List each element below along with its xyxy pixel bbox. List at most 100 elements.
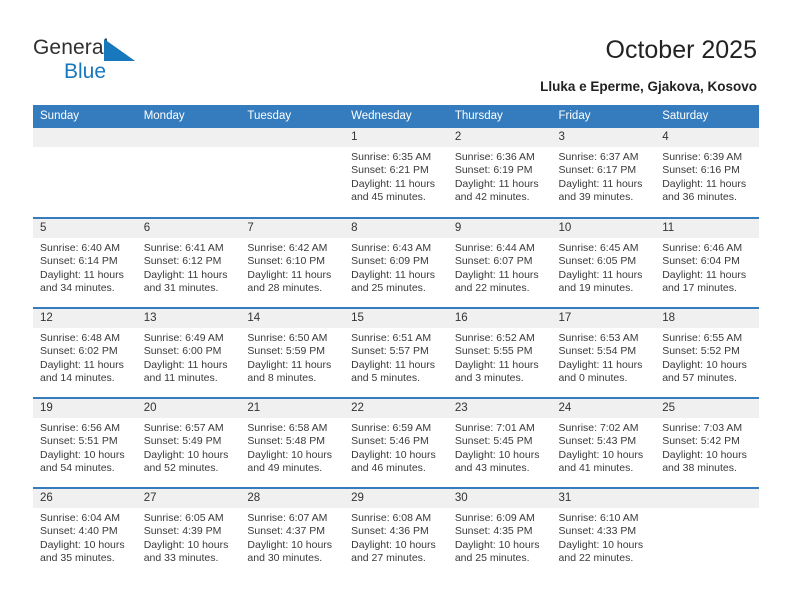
day-details: Sunrise: 6:10 AM Sunset: 4:33 PM Daylight:… — [552, 508, 656, 566]
calendar-day-cell[interactable]: 27 Sunrise: 6:05 AM Sunset: 4:39 PM Dayligh… — [136, 487, 241, 578]
daylight-text-line1: Daylight: 10 hours — [247, 448, 333, 461]
sunset-text: Sunset: 6:09 PM — [351, 255, 429, 268]
daylight-text-line1: Daylight: 11 hours — [558, 358, 643, 371]
daylight-text-line2: and 54 minutes. — [40, 462, 115, 475]
sunset-text: Sunset: 5:49 PM — [143, 435, 222, 448]
calendar-day-cell[interactable]: 26 Sunrise: 6:04 AM Sunset: 4:40 PM Dayligh… — [33, 487, 137, 578]
calendar-day-cell[interactable]: 4 Sunrise: 6:39 AM Sunset: 6:16 PM Daylight… — [655, 128, 759, 218]
sunset-text: Sunset: 6:14 PM — [40, 255, 118, 268]
sunset-text: Sunset: 4:39 PM — [143, 525, 222, 538]
day-details: Sunrise: 6:07 AM Sunset: 4:37 PM Daylight:… — [240, 508, 344, 566]
calendar-day-cell[interactable]: 11 Sunrise: 6:46 AM Sunset: 6:04 PM Dayligh… — [655, 217, 759, 308]
calendar-day-cell[interactable]: 1 Sunrise: 6:35 AM Sunset: 6:21 PM Daylight… — [344, 128, 448, 218]
calendar-day-cell[interactable]: 31 Sunrise: 6:10 AM Sunset: 4:33 PM Dayligh… — [551, 487, 656, 578]
calendar-header-row: Sunday Monday Tuesday Wednesday Thursday… — [33, 105, 759, 128]
sunrise-text: Sunrise: 7:01 AM — [454, 422, 535, 434]
calendar-day-cell[interactable]: 24 Sunrise: 7:02 AM Sunset: 5:43 PM Dayligh… — [551, 397, 656, 488]
calendar-week-row: 12 Sunrise: 6:48 AM Sunset: 6:02 PM Dayligh… — [33, 307, 759, 398]
daylight-text-line2: and 34 minutes. — [40, 282, 115, 295]
calendar-day-cell[interactable]: 13 Sunrise: 6:49 AM Sunset: 6:00 PM Dayligh… — [136, 307, 241, 398]
calendar-day-cell[interactable]: 9 Sunrise: 6:44 AM Sunset: 6:07 PM Daylight… — [447, 217, 552, 308]
day-details: Sunrise: 6:39 AM Sunset: 6:16 PM Daylight:… — [655, 147, 759, 205]
calendar-day-cell[interactable]: 22 Sunrise: 6:59 AM Sunset: 5:46 PM Dayligh… — [344, 397, 448, 488]
daylight-text-line1: Daylight: 11 hours — [143, 268, 228, 281]
daylight-text-line1: Daylight: 11 hours — [351, 177, 435, 190]
sunset-text: Sunset: 5:43 PM — [558, 435, 637, 448]
weekday-header-monday: Monday — [136, 105, 241, 128]
calendar-week-row: 26 Sunrise: 6:04 AM Sunset: 4:40 PM Dayligh… — [33, 487, 759, 578]
calendar-day-cell[interactable]: 2 Sunrise: 6:36 AM Sunset: 6:19 PM Daylight… — [447, 128, 552, 218]
weekday-header-saturday: Saturday — [655, 105, 759, 128]
calendar-day-cell[interactable]: 28 Sunrise: 6:07 AM Sunset: 4:37 PM Dayligh… — [240, 487, 345, 578]
calendar-day-cell-empty — [655, 487, 759, 578]
day-number: 25 — [655, 399, 759, 418]
calendar-day-cell[interactable]: 21 Sunrise: 6:58 AM Sunset: 5:48 PM Dayligh… — [240, 397, 345, 488]
sunrise-text: Sunrise: 6:57 AM — [143, 422, 224, 434]
calendar-week-row: 19 Sunrise: 6:56 AM Sunset: 5:51 PM Dayligh… — [33, 397, 759, 488]
sunrise-text: Sunrise: 6:05 AM — [143, 512, 224, 524]
calendar-day-cell-empty — [136, 128, 241, 218]
calendar-day-cell[interactable]: 23 Sunrise: 7:01 AM Sunset: 5:45 PM Dayligh… — [447, 397, 552, 488]
daylight-text-line2: and 19 minutes. — [558, 282, 634, 295]
calendar-day-cell[interactable]: 3 Sunrise: 6:37 AM Sunset: 6:17 PM Daylight… — [551, 128, 656, 218]
day-number — [655, 489, 759, 508]
day-number — [33, 128, 137, 147]
daylight-text-line1: Daylight: 10 hours — [662, 358, 747, 371]
page-header: General Blue October 2025 Lluka e Eperme… — [0, 0, 792, 100]
day-details: Sunrise: 6:59 AM Sunset: 5:46 PM Daylight:… — [344, 418, 448, 476]
day-number: 6 — [136, 219, 241, 238]
sunset-text: Sunset: 5:51 PM — [40, 435, 118, 448]
calendar-day-cell[interactable]: 30 Sunrise: 6:09 AM Sunset: 4:35 PM Dayligh… — [447, 487, 552, 578]
day-number: 11 — [655, 219, 759, 238]
sunset-text: Sunset: 4:33 PM — [558, 525, 637, 538]
calendar-day-cell[interactable]: 17 Sunrise: 6:53 AM Sunset: 5:54 PM Dayligh… — [551, 307, 656, 398]
calendar-day-cell[interactable]: 16 Sunrise: 6:52 AM Sunset: 5:55 PM Dayligh… — [447, 307, 552, 398]
weekday-header-friday: Friday — [551, 105, 656, 128]
day-number: 16 — [447, 309, 552, 328]
day-details: Sunrise: 6:52 AM Sunset: 5:55 PM Daylight:… — [448, 328, 552, 386]
calendar-day-cell[interactable]: 12 Sunrise: 6:48 AM Sunset: 6:02 PM Dayligh… — [33, 307, 137, 398]
day-number: 23 — [447, 399, 552, 418]
daylight-text-line1: Daylight: 10 hours — [40, 538, 125, 551]
calendar-day-cell[interactable]: 14 Sunrise: 6:50 AM Sunset: 5:59 PM Dayligh… — [240, 307, 345, 398]
calendar-day-cell[interactable]: 20 Sunrise: 6:57 AM Sunset: 5:49 PM Dayligh… — [136, 397, 241, 488]
calendar-day-cell[interactable]: 10 Sunrise: 6:45 AM Sunset: 6:05 PM Dayligh… — [551, 217, 656, 308]
calendar-day-cell[interactable]: 7 Sunrise: 6:42 AM Sunset: 6:10 PM Daylight… — [240, 217, 345, 308]
day-number: 20 — [136, 399, 241, 418]
sunrise-text: Sunrise: 6:48 AM — [40, 332, 120, 344]
day-number: 18 — [655, 309, 759, 328]
calendar-day-cell[interactable]: 29 Sunrise: 6:08 AM Sunset: 4:36 PM Dayligh… — [344, 487, 448, 578]
sunrise-text: Sunrise: 6:49 AM — [143, 332, 224, 344]
day-number: 7 — [240, 219, 345, 238]
calendar-day-cell[interactable]: 6 Sunrise: 6:41 AM Sunset: 6:12 PM Daylight… — [136, 217, 241, 308]
daylight-text-line2: and 36 minutes. — [662, 191, 737, 204]
daylight-text-line2: and 25 minutes. — [351, 282, 426, 295]
daylight-text-line1: Daylight: 10 hours — [351, 538, 436, 551]
day-number: 10 — [551, 219, 656, 238]
daylight-text-line1: Daylight: 11 hours — [40, 358, 124, 371]
calendar-day-cell[interactable]: 15 Sunrise: 6:51 AM Sunset: 5:57 PM Dayligh… — [344, 307, 448, 398]
calendar-day-cell[interactable]: 5 Sunrise: 6:40 AM Sunset: 6:14 PM Daylight… — [33, 217, 137, 308]
sunset-text: Sunset: 6:19 PM — [454, 164, 533, 177]
day-details: Sunrise: 6:05 AM Sunset: 4:39 PM Daylight:… — [137, 508, 241, 566]
day-details: Sunrise: 6:55 AM Sunset: 5:52 PM Daylight:… — [655, 328, 759, 386]
daylight-text-line2: and 22 minutes. — [558, 552, 634, 565]
day-details: Sunrise: 6:51 AM Sunset: 5:57 PM Daylight:… — [344, 328, 448, 386]
sunrise-text: Sunrise: 6:51 AM — [351, 332, 432, 344]
sunset-text: Sunset: 4:40 PM — [40, 525, 118, 538]
day-number: 15 — [344, 309, 448, 328]
calendar-day-cell-empty — [33, 128, 137, 218]
calendar-day-cell[interactable]: 19 Sunrise: 6:56 AM Sunset: 5:51 PM Dayligh… — [33, 397, 137, 488]
daylight-text-line1: Daylight: 11 hours — [662, 268, 747, 281]
daylight-text-line1: Daylight: 11 hours — [558, 177, 643, 190]
calendar-day-cell[interactable]: 25 Sunrise: 7:03 AM Sunset: 5:42 PM Dayligh… — [655, 397, 759, 488]
daylight-text-line1: Daylight: 10 hours — [558, 448, 644, 461]
day-details: Sunrise: 7:02 AM Sunset: 5:43 PM Daylight:… — [552, 418, 656, 476]
brand-logo[interactable]: General Blue — [33, 36, 233, 92]
sunset-text: Sunset: 5:46 PM — [351, 435, 429, 448]
calendar-day-cell[interactable]: 18 Sunrise: 6:55 AM Sunset: 5:52 PM Dayligh… — [655, 307, 759, 398]
day-number: 8 — [344, 219, 448, 238]
daylight-text-line2: and 33 minutes. — [143, 552, 219, 565]
day-number: 1 — [344, 128, 448, 147]
calendar-day-cell[interactable]: 8 Sunrise: 6:43 AM Sunset: 6:09 PM Daylight… — [344, 217, 448, 308]
